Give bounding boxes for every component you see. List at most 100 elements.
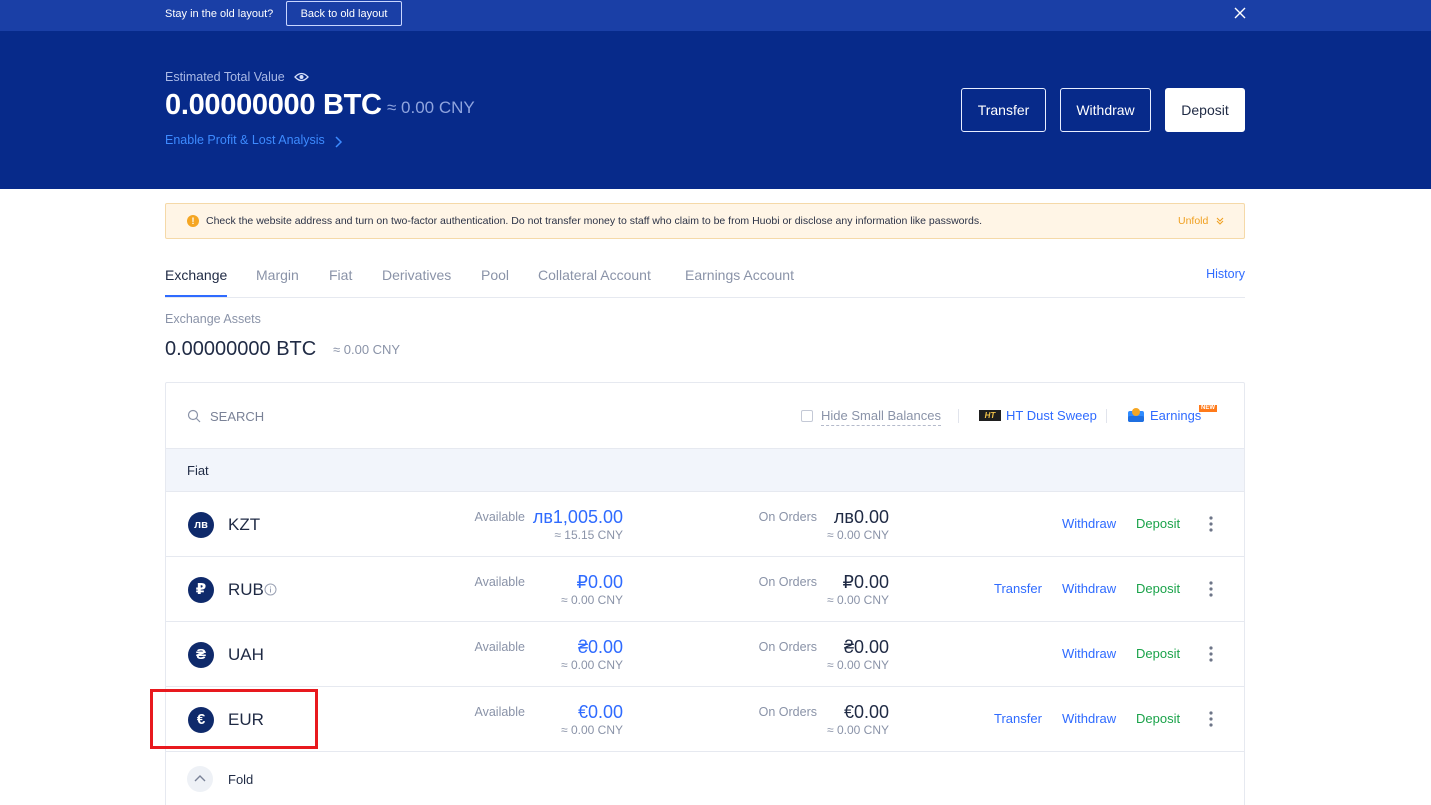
tab-fiat[interactable]: Fiat — [329, 267, 352, 283]
tab-collateral-account[interactable]: Collateral Account — [538, 267, 651, 283]
fold-button[interactable] — [187, 766, 213, 792]
divider — [958, 409, 959, 423]
chevron-double-down-icon[interactable] — [1215, 216, 1225, 226]
info-icon[interactable] — [264, 583, 277, 596]
exchange-assets-label: Exchange Assets — [165, 312, 261, 326]
available-cny: ≈ 0.00 CNY — [561, 593, 623, 607]
on-orders-label: On Orders — [758, 575, 817, 589]
on-orders-label: On Orders — [758, 705, 817, 719]
search-icon — [187, 409, 201, 423]
row-deposit-link[interactable]: Deposit — [1136, 646, 1180, 661]
account-tabs: Exchange Margin Fiat Derivatives Pool Co… — [165, 262, 1245, 298]
hide-small-balances-checkbox[interactable] — [801, 410, 813, 422]
search-input[interactable] — [210, 405, 410, 427]
on-orders-cny: ≈ 0.00 CNY — [827, 658, 889, 672]
assets-panel: Hide Small Balances HT HT Dust Sweep Ear… — [165, 382, 1245, 805]
available-amount: ₴0.00 — [577, 637, 623, 657]
divider — [1106, 409, 1107, 423]
on-orders-label: On Orders — [758, 640, 817, 654]
hide-small-balances-label[interactable]: Hide Small Balances — [821, 408, 941, 426]
row-deposit-link[interactable]: Deposit — [1136, 581, 1180, 596]
deposit-button[interactable]: Deposit — [1165, 88, 1245, 132]
ht-dust-sweep-link[interactable]: HT Dust Sweep — [1006, 408, 1097, 423]
available-amount: €0.00 — [577, 702, 623, 722]
fold-toggle[interactable]: Fold — [166, 752, 1244, 805]
asset-row-rub: ₽ RUB Available ₽0.00 ≈ 0.00 CNY On Orde… — [166, 557, 1244, 622]
available-label: Available — [474, 575, 525, 589]
fiat-section-title: Fiat — [187, 463, 209, 478]
tab-pool[interactable]: Pool — [481, 267, 509, 283]
row-withdraw-link[interactable]: Withdraw — [1062, 711, 1116, 726]
row-withdraw-link[interactable]: Withdraw — [1062, 581, 1116, 596]
available-amount: лв1,005.00 — [532, 507, 623, 527]
on-orders-amount: €0.00 — [843, 702, 889, 722]
asset-row-uah: ₴ UAH Available ₴0.00 ≈ 0.00 CNY On Orde… — [166, 622, 1244, 687]
more-vertical-icon[interactable] — [1206, 514, 1216, 534]
old-layout-message: Stay in the old layout? — [165, 8, 274, 20]
row-withdraw-link[interactable]: Withdraw — [1062, 516, 1116, 531]
on-orders-cny: ≈ 0.00 CNY — [827, 528, 889, 542]
on-orders-amount: лв0.00 — [833, 507, 889, 527]
currency-icon: ₽ — [188, 577, 214, 603]
active-tab-indicator — [165, 295, 227, 297]
earnings-wallet-icon — [1128, 408, 1144, 422]
more-vertical-icon[interactable] — [1206, 579, 1216, 599]
exchange-assets-btc: 0.00000000 BTC — [165, 338, 317, 360]
on-orders-cny: ≈ 0.00 CNY — [827, 593, 889, 607]
tab-earnings-account[interactable]: Earnings Account — [685, 267, 794, 283]
back-to-old-layout-button[interactable]: Back to old layout — [286, 1, 402, 26]
currency-symbol: KZT — [228, 515, 261, 534]
unfold-link[interactable]: Unfold — [1178, 215, 1208, 227]
old-layout-bar: Stay in the old layout? Back to old layo… — [0, 0, 1431, 31]
tab-exchange[interactable]: Exchange — [165, 267, 227, 283]
security-warning-text: Check the website address and turn on tw… — [206, 215, 983, 227]
history-link[interactable]: History — [1206, 267, 1245, 281]
available-cny: ≈ 0.00 CNY — [561, 658, 623, 672]
currency-symbol: UAH — [228, 645, 264, 664]
chevron-up-icon — [194, 775, 206, 782]
more-vertical-icon[interactable] — [1206, 644, 1216, 664]
row-transfer-link[interactable]: Transfer — [994, 581, 1042, 596]
available-amount: ₽0.00 — [576, 572, 624, 592]
on-orders-label: On Orders — [758, 510, 817, 524]
tab-margin[interactable]: Margin — [256, 267, 299, 283]
asset-row-eur: € EUR Available €0.00 ≈ 0.00 CNY On Orde… — [166, 687, 1244, 752]
on-orders-cny: ≈ 0.00 CNY — [827, 723, 889, 737]
currency-symbol: RUB — [228, 580, 264, 599]
fold-label[interactable]: Fold — [228, 772, 253, 787]
ht-token-icon: HT — [979, 410, 1001, 421]
tab-derivatives[interactable]: Derivatives — [382, 267, 451, 283]
eur-highlight-box — [150, 689, 318, 749]
row-deposit-link[interactable]: Deposit — [1136, 516, 1180, 531]
account-summary-header: Estimated Total Value 0.00000000 BTC ≈ 0… — [0, 31, 1431, 189]
enable-pnl-analysis-link[interactable]: Enable Profit & Lost Analysis — [165, 133, 325, 147]
close-icon[interactable] — [1233, 6, 1247, 20]
available-label: Available — [474, 640, 525, 654]
on-orders-amount: ₽0.00 — [842, 572, 890, 592]
fiat-section-header: Fiat — [166, 448, 1244, 492]
chevron-right-icon[interactable] — [333, 135, 343, 149]
estimated-total-label: Estimated Total Value — [165, 70, 285, 84]
new-badge: NEW — [1199, 405, 1217, 412]
available-cny: ≈ 15.15 CNY — [554, 528, 623, 542]
warning-icon: ! — [187, 215, 199, 227]
security-warning-banner: ! Check the website address and turn on … — [165, 203, 1245, 239]
transfer-button[interactable]: Transfer — [961, 88, 1046, 132]
available-cny: ≈ 0.00 CNY — [561, 723, 623, 737]
row-deposit-link[interactable]: Deposit — [1136, 711, 1180, 726]
row-withdraw-link[interactable]: Withdraw — [1062, 646, 1116, 661]
withdraw-button[interactable]: Withdraw — [1060, 88, 1151, 132]
currency-icon: лв — [188, 512, 214, 538]
estimated-total-btc: 0.00000000 BTC — [165, 89, 382, 121]
available-label: Available — [474, 705, 525, 719]
exchange-assets-cny: ≈ 0.00 CNY — [333, 342, 401, 357]
asset-row-kzt: лв KZT Available лв1,005.00 ≈ 15.15 CNY … — [166, 492, 1244, 557]
more-vertical-icon[interactable] — [1206, 709, 1216, 729]
on-orders-amount: ₴0.00 — [843, 637, 889, 657]
row-transfer-link[interactable]: Transfer — [994, 711, 1042, 726]
estimated-total-cny: ≈ 0.00 CNY — [387, 98, 475, 117]
currency-icon: ₴ — [188, 642, 214, 668]
eye-icon[interactable] — [294, 71, 309, 83]
earnings-link[interactable]: Earnings — [1150, 408, 1201, 423]
available-label: Available — [474, 510, 525, 524]
